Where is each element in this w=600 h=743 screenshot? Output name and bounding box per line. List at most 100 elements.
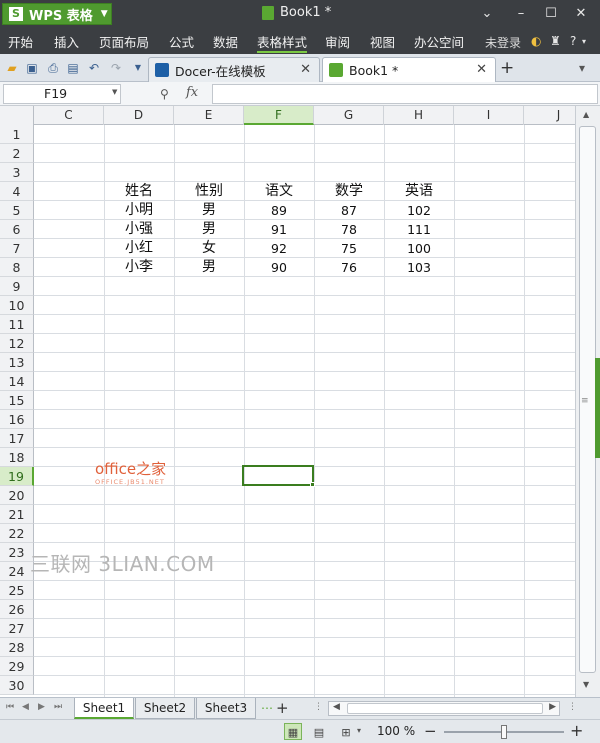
scroll-left-icon[interactable]: ◀ xyxy=(333,702,340,712)
redo-icon[interactable]: ↷ xyxy=(108,60,124,76)
table-cell[interactable]: 75 xyxy=(314,239,384,258)
row-header[interactable]: 10 xyxy=(0,296,34,315)
table-cell[interactable]: 89 xyxy=(244,201,314,220)
split-bar-icon[interactable]: ⋮ xyxy=(314,702,323,712)
first-sheet-icon[interactable]: ⏮ xyxy=(6,702,14,712)
table-cell[interactable]: 91 xyxy=(244,220,314,239)
menu-item-office-space[interactable]: 办公空间 xyxy=(414,32,464,51)
customize-toolbar-icon[interactable]: ▼ xyxy=(130,60,146,76)
zoom-level[interactable]: 100 % xyxy=(377,724,415,738)
help-icon[interactable]: ? xyxy=(570,34,576,48)
row-header[interactable]: 25 xyxy=(0,581,34,600)
row-header[interactable]: 24 xyxy=(0,562,34,581)
table-header-cell[interactable]: 姓名 xyxy=(104,182,174,201)
row-header[interactable]: 12 xyxy=(0,334,34,353)
row-header[interactable]: 23 xyxy=(0,543,34,562)
row-header[interactable]: 20 xyxy=(0,486,34,505)
menu-item-formulas[interactable]: 公式 xyxy=(169,32,194,51)
row-header[interactable]: 16 xyxy=(0,410,34,429)
fill-handle[interactable] xyxy=(310,482,315,487)
table-cell[interactable]: 111 xyxy=(384,220,454,239)
row-header[interactable]: 5 xyxy=(0,201,34,220)
table-cell[interactable]: 小李 xyxy=(104,258,174,277)
row-header[interactable]: 27 xyxy=(0,619,34,638)
column-header-e[interactable]: E xyxy=(174,106,244,125)
more-sheets-icon[interactable]: ⋯ xyxy=(261,701,273,715)
page-break-view-button[interactable]: ▤ xyxy=(310,723,328,740)
table-cell[interactable]: 76 xyxy=(314,258,384,277)
save-icon[interactable]: ▣ xyxy=(24,60,40,76)
row-header[interactable]: 8 xyxy=(0,258,34,277)
scroll-up-icon[interactable]: ▲ xyxy=(583,110,589,119)
column-header-c[interactable]: C xyxy=(34,106,104,125)
tab-menu-icon[interactable]: ▾ xyxy=(574,60,590,76)
horizontal-scrollbar[interactable]: ◀ ▶ xyxy=(328,701,560,716)
side-panel-handle[interactable] xyxy=(595,358,600,458)
menu-item-insert[interactable]: 插入 xyxy=(54,32,79,51)
page-layout-view-button[interactable]: ⊞ xyxy=(337,723,355,740)
last-sheet-icon[interactable]: ⏭ xyxy=(54,702,62,712)
table-header-cell[interactable]: 性别 xyxy=(174,182,244,201)
select-all-corner[interactable] xyxy=(0,106,34,125)
row-header[interactable]: 4 xyxy=(0,182,34,201)
sheet-tab-sheet2[interactable]: Sheet2 xyxy=(135,698,195,719)
menu-item-page-layout[interactable]: 页面布局 xyxy=(99,32,149,51)
chevron-down-icon[interactable]: ⌄ xyxy=(474,4,500,24)
row-header[interactable]: 15 xyxy=(0,391,34,410)
print-icon[interactable]: ⎙ xyxy=(45,60,61,76)
next-sheet-icon[interactable]: ▶ xyxy=(38,702,45,712)
row-header[interactable]: 30 xyxy=(0,676,34,695)
chevron-down-icon[interactable]: ▾ xyxy=(357,726,361,735)
row-header[interactable]: 3 xyxy=(0,163,34,182)
close-button[interactable]: ✕ xyxy=(568,4,594,24)
table-cell[interactable]: 100 xyxy=(384,239,454,258)
function-icon[interactable]: fx xyxy=(186,85,198,100)
table-cell[interactable]: 小强 xyxy=(104,220,174,239)
row-header[interactable]: 17 xyxy=(0,429,34,448)
maximize-button[interactable]: ☐ xyxy=(538,4,564,24)
table-cell[interactable]: 男 xyxy=(174,201,244,220)
skin-icon[interactable]: ◐ xyxy=(531,34,541,48)
close-icon[interactable]: ✕ xyxy=(300,62,311,77)
row-header[interactable]: 18 xyxy=(0,448,34,467)
column-header-d[interactable]: D xyxy=(104,106,174,125)
shirt-icon[interactable]: ♜ xyxy=(550,34,561,48)
column-header-f[interactable]: F xyxy=(244,106,314,125)
row-header[interactable]: 7 xyxy=(0,239,34,258)
add-tab-button[interactable]: + xyxy=(500,58,514,78)
row-header[interactable]: 6 xyxy=(0,220,34,239)
row-header[interactable]: 28 xyxy=(0,638,34,657)
horizontal-scroll-thumb[interactable] xyxy=(347,703,543,714)
row-header[interactable]: 9 xyxy=(0,277,34,296)
table-cell[interactable]: 90 xyxy=(244,258,314,277)
print-preview-icon[interactable]: ▤ xyxy=(65,60,81,76)
table-cell[interactable]: 78 xyxy=(314,220,384,239)
table-header-cell[interactable]: 数学 xyxy=(314,182,384,201)
magnifier-icon[interactable]: ⚲ xyxy=(160,87,169,101)
sheet-tab-sheet3[interactable]: Sheet3 xyxy=(196,698,256,719)
zoom-slider-thumb[interactable] xyxy=(501,725,507,739)
column-header-j[interactable]: J xyxy=(524,106,575,125)
chevron-down-icon[interactable]: ▼ xyxy=(112,88,117,96)
table-cell[interactable]: 102 xyxy=(384,201,454,220)
table-cell[interactable]: 103 xyxy=(384,258,454,277)
row-header[interactable]: 11 xyxy=(0,315,34,334)
undo-icon[interactable]: ↶ xyxy=(86,60,102,76)
login-link[interactable]: 未登录 xyxy=(485,34,521,51)
tab-docer[interactable]: Docer-在线模板 ✕ xyxy=(148,57,320,82)
wps-app-menu-button[interactable]: S WPS 表格 ▼ xyxy=(2,3,112,25)
sheet-tab-sheet1[interactable]: Sheet1 xyxy=(74,698,134,719)
chevron-down-icon[interactable]: ▾ xyxy=(582,37,586,46)
row-header[interactable]: 13 xyxy=(0,353,34,372)
name-box[interactable]: F19 xyxy=(3,84,121,104)
spreadsheet-grid[interactable]: C D E F G H I J 1 2 3 4 5 6 7 8 9 10 11 … xyxy=(0,106,575,697)
menu-item-view[interactable]: 视图 xyxy=(370,32,395,51)
zoom-in-button[interactable]: + xyxy=(570,721,583,740)
open-folder-icon[interactable]: ▰ xyxy=(4,60,20,76)
row-header[interactable]: 26 xyxy=(0,600,34,619)
table-cell[interactable]: 男 xyxy=(174,258,244,277)
formula-input[interactable] xyxy=(212,84,598,104)
zoom-out-button[interactable]: − xyxy=(424,722,437,740)
table-header-cell[interactable]: 英语 xyxy=(384,182,454,201)
row-header[interactable]: 21 xyxy=(0,505,34,524)
